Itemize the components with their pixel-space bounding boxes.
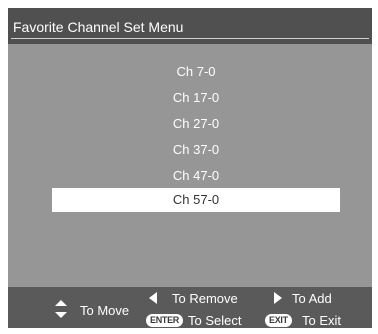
channel-item[interactable]: Ch 17-0 — [52, 86, 340, 110]
favorite-channel-menu: Favorite Channel Set Menu Ch 7-0 Ch 17-0… — [8, 8, 372, 328]
move-hint-label: To Move — [80, 303, 130, 318]
channel-item[interactable]: Ch 37-0 — [52, 138, 340, 162]
enter-key-badge: ENTER — [146, 314, 184, 327]
left-arrow-icon — [149, 292, 157, 304]
channel-item[interactable]: Ch 57-0 — [52, 188, 340, 212]
right-arrow-icon — [274, 292, 282, 304]
channel-item[interactable]: Ch 47-0 — [52, 164, 340, 188]
menu-header: Favorite Channel Set Menu — [8, 8, 372, 44]
menu-title: Favorite Channel Set Menu — [13, 19, 184, 35]
title-divider — [11, 38, 369, 39]
select-hint-label: To Select — [188, 313, 242, 328]
up-down-arrows-icon — [55, 300, 67, 318]
channel-item[interactable]: Ch 27-0 — [52, 112, 340, 136]
channel-item[interactable]: Ch 7-0 — [52, 60, 340, 84]
remove-hint-label: To Remove — [172, 291, 238, 306]
exit-key-badge: EXIT — [265, 314, 292, 327]
add-hint-label: To Add — [292, 291, 332, 306]
key-guide-bar: To Move To Remove To Add ENTER To Select… — [8, 287, 372, 328]
exit-hint-label: To Exit — [302, 313, 342, 328]
